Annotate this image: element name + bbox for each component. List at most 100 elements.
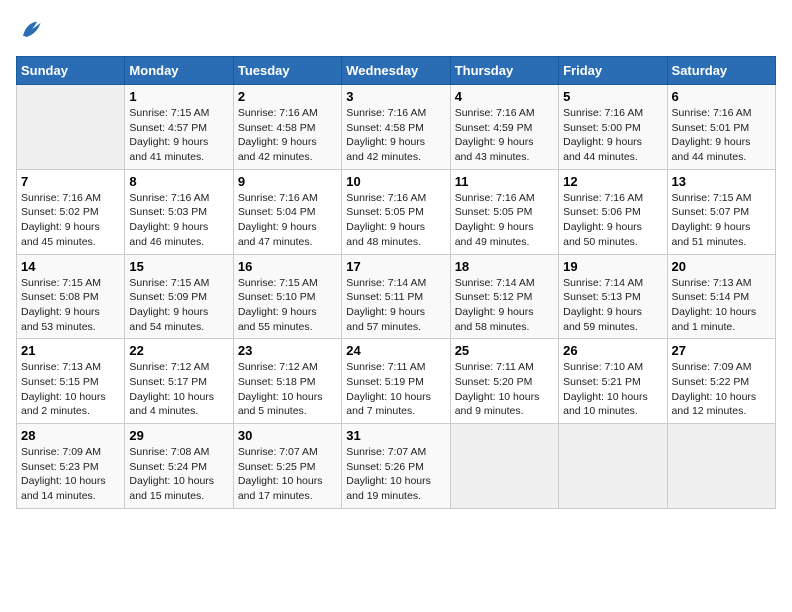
- day-info: Sunrise: 7:11 AM Sunset: 5:20 PM Dayligh…: [455, 360, 554, 419]
- day-number: 3: [346, 89, 445, 104]
- calendar-cell: 30 Sunrise: 7:07 AM Sunset: 5:25 PM Dayli…: [233, 424, 341, 509]
- day-number: 31: [346, 428, 445, 443]
- day-info: Sunrise: 7:16 AM Sunset: 5:01 PM Dayligh…: [672, 106, 771, 165]
- day-info: Sunrise: 7:12 AM Sunset: 5:17 PM Dayligh…: [129, 360, 228, 419]
- calendar-cell: 7 Sunrise: 7:16 AM Sunset: 5:02 PM Daylig…: [17, 169, 125, 254]
- weekday-friday: Friday: [559, 57, 667, 85]
- day-info: Sunrise: 7:16 AM Sunset: 5:04 PM Dayligh…: [238, 191, 337, 250]
- calendar-cell: 1Sunrise: 7:15 AM Sunset: 4:57 PM Daylig…: [125, 85, 233, 170]
- day-number: 26: [563, 343, 662, 358]
- day-info: Sunrise: 7:08 AM Sunset: 5:24 PM Dayligh…: [129, 445, 228, 504]
- day-info: Sunrise: 7:16 AM Sunset: 5:02 PM Dayligh…: [21, 191, 120, 250]
- page-header: [16, 16, 776, 44]
- day-number: 2: [238, 89, 337, 104]
- day-info: Sunrise: 7:15 AM Sunset: 5:09 PM Dayligh…: [129, 276, 228, 335]
- calendar-cell: 12 Sunrise: 7:16 AM Sunset: 5:06 PM Dayli…: [559, 169, 667, 254]
- day-number: 9: [238, 174, 337, 189]
- calendar-cell: 14 Sunrise: 7:15 AM Sunset: 5:08 PM Dayli…: [17, 254, 125, 339]
- day-info: Sunrise: 7:16 AM Sunset: 4:59 PM Dayligh…: [455, 106, 554, 165]
- day-info: Sunrise: 7:13 AM Sunset: 5:14 PM Dayligh…: [672, 276, 771, 335]
- logo: [16, 16, 48, 44]
- day-info: Sunrise: 7:07 AM Sunset: 5:25 PM Dayligh…: [238, 445, 337, 504]
- calendar-cell: 16 Sunrise: 7:15 AM Sunset: 5:10 PM Dayli…: [233, 254, 341, 339]
- calendar-cell: [450, 424, 558, 509]
- day-number: 18: [455, 259, 554, 274]
- calendar-cell: 17 Sunrise: 7:14 AM Sunset: 5:11 PM Dayli…: [342, 254, 450, 339]
- day-info: Sunrise: 7:15 AM Sunset: 4:57 PM Dayligh…: [129, 106, 228, 165]
- calendar-cell: 24Sunrise: 7:11 AM Sunset: 5:19 PM Dayli…: [342, 339, 450, 424]
- calendar-week-2: 7 Sunrise: 7:16 AM Sunset: 5:02 PM Daylig…: [17, 169, 776, 254]
- day-info: Sunrise: 7:15 AM Sunset: 5:10 PM Dayligh…: [238, 276, 337, 335]
- calendar-cell: [17, 85, 125, 170]
- calendar-week-3: 14 Sunrise: 7:15 AM Sunset: 5:08 PM Dayli…: [17, 254, 776, 339]
- calendar-cell: 27 Sunrise: 7:09 AM Sunset: 5:22 PM Dayli…: [667, 339, 775, 424]
- weekday-header-row: SundayMondayTuesdayWednesdayThursdayFrid…: [17, 57, 776, 85]
- calendar-cell: 23 Sunrise: 7:12 AM Sunset: 5:18 PM Dayli…: [233, 339, 341, 424]
- day-number: 28: [21, 428, 120, 443]
- day-info: Sunrise: 7:14 AM Sunset: 5:12 PM Dayligh…: [455, 276, 554, 335]
- day-number: 7: [21, 174, 120, 189]
- calendar-cell: 13Sunrise: 7:15 AM Sunset: 5:07 PM Dayli…: [667, 169, 775, 254]
- day-number: 20: [672, 259, 771, 274]
- day-info: Sunrise: 7:14 AM Sunset: 5:13 PM Dayligh…: [563, 276, 662, 335]
- calendar-cell: 22 Sunrise: 7:12 AM Sunset: 5:17 PM Dayli…: [125, 339, 233, 424]
- day-info: Sunrise: 7:16 AM Sunset: 5:05 PM Dayligh…: [455, 191, 554, 250]
- day-info: Sunrise: 7:07 AM Sunset: 5:26 PM Dayligh…: [346, 445, 445, 504]
- logo-bird-icon: [16, 16, 44, 44]
- day-info: Sunrise: 7:14 AM Sunset: 5:11 PM Dayligh…: [346, 276, 445, 335]
- calendar-cell: 4 Sunrise: 7:16 AM Sunset: 4:59 PM Daylig…: [450, 85, 558, 170]
- weekday-thursday: Thursday: [450, 57, 558, 85]
- calendar-cell: 21Sunrise: 7:13 AM Sunset: 5:15 PM Dayli…: [17, 339, 125, 424]
- day-number: 10: [346, 174, 445, 189]
- day-number: 16: [238, 259, 337, 274]
- calendar-cell: 20 Sunrise: 7:13 AM Sunset: 5:14 PM Dayli…: [667, 254, 775, 339]
- day-number: 13: [672, 174, 771, 189]
- calendar-cell: 19 Sunrise: 7:14 AM Sunset: 5:13 PM Dayli…: [559, 254, 667, 339]
- day-info: Sunrise: 7:16 AM Sunset: 4:58 PM Dayligh…: [346, 106, 445, 165]
- weekday-wednesday: Wednesday: [342, 57, 450, 85]
- calendar-body: 1Sunrise: 7:15 AM Sunset: 4:57 PM Daylig…: [17, 85, 776, 509]
- day-number: 6: [672, 89, 771, 104]
- day-number: 14: [21, 259, 120, 274]
- calendar-cell: 10Sunrise: 7:16 AM Sunset: 5:05 PM Dayli…: [342, 169, 450, 254]
- day-number: 17: [346, 259, 445, 274]
- day-info: Sunrise: 7:13 AM Sunset: 5:15 PM Dayligh…: [21, 360, 120, 419]
- day-info: Sunrise: 7:16 AM Sunset: 5:06 PM Dayligh…: [563, 191, 662, 250]
- day-number: 27: [672, 343, 771, 358]
- calendar-cell: 25 Sunrise: 7:11 AM Sunset: 5:20 PM Dayli…: [450, 339, 558, 424]
- day-number: 23: [238, 343, 337, 358]
- day-number: 22: [129, 343, 228, 358]
- day-info: Sunrise: 7:09 AM Sunset: 5:23 PM Dayligh…: [21, 445, 120, 504]
- calendar-cell: 15Sunrise: 7:15 AM Sunset: 5:09 PM Dayli…: [125, 254, 233, 339]
- calendar-cell: 8 Sunrise: 7:16 AM Sunset: 5:03 PM Daylig…: [125, 169, 233, 254]
- calendar-cell: 6 Sunrise: 7:16 AM Sunset: 5:01 PM Daylig…: [667, 85, 775, 170]
- day-number: 12: [563, 174, 662, 189]
- day-number: 19: [563, 259, 662, 274]
- calendar-cell: 28 Sunrise: 7:09 AM Sunset: 5:23 PM Dayli…: [17, 424, 125, 509]
- day-number: 5: [563, 89, 662, 104]
- calendar-cell: 3 Sunrise: 7:16 AM Sunset: 4:58 PM Daylig…: [342, 85, 450, 170]
- weekday-tuesday: Tuesday: [233, 57, 341, 85]
- day-number: 11: [455, 174, 554, 189]
- calendar-cell: 5Sunrise: 7:16 AM Sunset: 5:00 PM Daylig…: [559, 85, 667, 170]
- calendar-cell: 9 Sunrise: 7:16 AM Sunset: 5:04 PM Daylig…: [233, 169, 341, 254]
- calendar-cell: 26Sunrise: 7:10 AM Sunset: 5:21 PM Dayli…: [559, 339, 667, 424]
- calendar-week-4: 21Sunrise: 7:13 AM Sunset: 5:15 PM Dayli…: [17, 339, 776, 424]
- day-info: Sunrise: 7:12 AM Sunset: 5:18 PM Dayligh…: [238, 360, 337, 419]
- calendar-table: SundayMondayTuesdayWednesdayThursdayFrid…: [16, 56, 776, 509]
- weekday-saturday: Saturday: [667, 57, 775, 85]
- day-number: 30: [238, 428, 337, 443]
- weekday-monday: Monday: [125, 57, 233, 85]
- calendar-week-1: 1Sunrise: 7:15 AM Sunset: 4:57 PM Daylig…: [17, 85, 776, 170]
- day-number: 8: [129, 174, 228, 189]
- day-info: Sunrise: 7:16 AM Sunset: 5:03 PM Dayligh…: [129, 191, 228, 250]
- calendar-cell: 2Sunrise: 7:16 AM Sunset: 4:58 PM Daylig…: [233, 85, 341, 170]
- calendar-cell: [667, 424, 775, 509]
- day-info: Sunrise: 7:09 AM Sunset: 5:22 PM Dayligh…: [672, 360, 771, 419]
- calendar-week-5: 28 Sunrise: 7:09 AM Sunset: 5:23 PM Dayli…: [17, 424, 776, 509]
- day-number: 25: [455, 343, 554, 358]
- day-info: Sunrise: 7:15 AM Sunset: 5:08 PM Dayligh…: [21, 276, 120, 335]
- day-number: 4: [455, 89, 554, 104]
- calendar-cell: 11 Sunrise: 7:16 AM Sunset: 5:05 PM Dayli…: [450, 169, 558, 254]
- day-number: 29: [129, 428, 228, 443]
